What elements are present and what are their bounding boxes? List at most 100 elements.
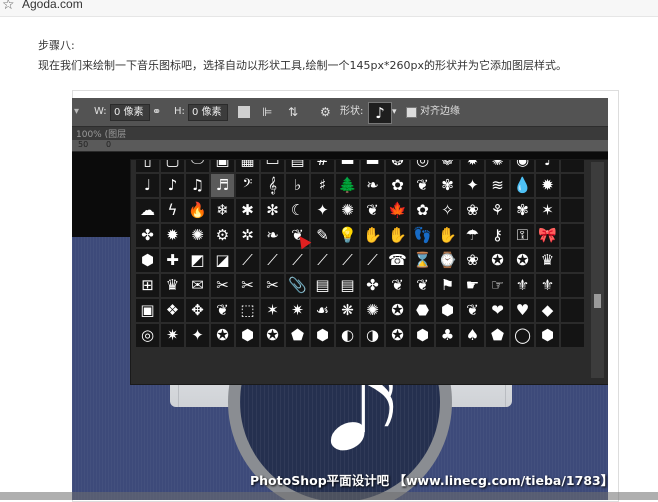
shape-cell[interactable]: ❁ bbox=[436, 160, 459, 172]
shape-cell[interactable]: ♩ bbox=[536, 160, 559, 172]
shape-cell[interactable]: ☞ bbox=[486, 274, 509, 297]
shape-cell[interactable]: ✻ bbox=[261, 199, 284, 222]
shape-cell[interactable]: ❤ bbox=[486, 299, 509, 322]
shape-cell[interactable]: ✂ bbox=[236, 274, 259, 297]
shape-cell[interactable]: ✹ bbox=[461, 160, 484, 172]
shape-cell[interactable]: ⌚ bbox=[436, 249, 459, 272]
shape-cell[interactable]: ⬭ bbox=[186, 160, 209, 172]
shape-cell[interactable]: ✉ bbox=[186, 274, 209, 297]
shape-cell[interactable]: ✶ bbox=[261, 299, 284, 322]
shape-cell[interactable]: ⌛ bbox=[411, 249, 434, 272]
picker-scrollbar[interactable] bbox=[591, 162, 604, 378]
dropdown-arrow-icon[interactable]: ▾ bbox=[74, 105, 79, 119]
shape-cell[interactable]: ⚙ bbox=[211, 224, 234, 247]
shape-cell[interactable]: ✱ bbox=[236, 199, 259, 222]
shape-cell[interactable]: ✹ bbox=[536, 174, 559, 197]
shape-cell[interactable]: ✂ bbox=[211, 274, 234, 297]
shape-cell[interactable] bbox=[561, 324, 584, 347]
path-operations-icon[interactable] bbox=[238, 106, 250, 118]
shape-cell[interactable]: 💡 bbox=[336, 224, 359, 247]
shape-cell[interactable]: ⬢ bbox=[136, 249, 159, 272]
shape-cell[interactable]: ✎ bbox=[311, 224, 334, 247]
shape-cell[interactable]: ◩ bbox=[186, 249, 209, 272]
shape-cell[interactable]: ✶ bbox=[536, 199, 559, 222]
shape-cell[interactable]: ◪ bbox=[211, 249, 234, 272]
path-arrangement-icon[interactable]: ⇅ bbox=[288, 105, 298, 119]
shape-cell[interactable]: ⚷ bbox=[486, 224, 509, 247]
bookmark-agoda[interactable]: Agoda.com bbox=[22, 0, 83, 11]
shape-cell[interactable]: ✦ bbox=[461, 174, 484, 197]
shape-cell[interactable]: ✚ bbox=[161, 249, 184, 272]
shape-cell[interactable]: ⟋ bbox=[361, 249, 384, 272]
shape-cell[interactable]: ▣ bbox=[211, 160, 234, 172]
shape-cell[interactable]: ✪ bbox=[261, 324, 284, 347]
shape-cell[interactable]: ✷ bbox=[161, 324, 184, 347]
shape-cell[interactable]: ✧ bbox=[436, 199, 459, 222]
shape-cell[interactable]: ✦ bbox=[186, 324, 209, 347]
shape-cell[interactable]: ❦ bbox=[411, 174, 434, 197]
shape-cell[interactable]: ♥ bbox=[511, 299, 534, 322]
shape-cell[interactable]: ☁ bbox=[136, 199, 159, 222]
shape-cell[interactable]: ⚘ bbox=[486, 199, 509, 222]
chevron-down-icon[interactable]: ▾ bbox=[392, 105, 397, 119]
shape-cell[interactable]: 📎 bbox=[286, 274, 309, 297]
shape-cell[interactable]: ⚿ bbox=[511, 224, 534, 247]
shape-cell[interactable]: ▭ bbox=[261, 160, 284, 172]
shape-cell[interactable]: ❖ bbox=[161, 299, 184, 322]
shape-cell[interactable]: ❦ bbox=[386, 274, 409, 297]
shape-cell[interactable]: ❧ bbox=[361, 174, 384, 197]
shape-cell[interactable]: ❦ bbox=[361, 199, 384, 222]
shape-cell[interactable]: ✥ bbox=[186, 299, 209, 322]
shape-cell[interactable]: ♛ bbox=[161, 274, 184, 297]
shape-cell[interactable]: ◎ bbox=[136, 324, 159, 347]
shape-cell[interactable]: ☾ bbox=[286, 199, 309, 222]
shape-cell[interactable] bbox=[561, 224, 584, 247]
shape-cell[interactable] bbox=[561, 299, 584, 322]
shape-cell[interactable]: ◯ bbox=[511, 324, 534, 347]
shape-cell[interactable]: ⊞ bbox=[136, 274, 159, 297]
width-field[interactable]: 0 像素 bbox=[110, 104, 150, 121]
shape-cell[interactable]: ⬢ bbox=[311, 324, 334, 347]
shape-cell[interactable]: ♭ bbox=[286, 174, 309, 197]
shape-cell[interactable]: ◑ bbox=[361, 324, 384, 347]
star-icon[interactable]: ☆ bbox=[2, 0, 15, 13]
shape-cell[interactable]: ⟋ bbox=[311, 249, 334, 272]
shape-cell[interactable]: ▬ bbox=[361, 160, 384, 172]
shape-cell[interactable]: ◎ bbox=[411, 160, 434, 172]
shape-cell[interactable]: ⟋ bbox=[336, 249, 359, 272]
shape-cell[interactable]: ⟋ bbox=[261, 249, 284, 272]
shape-cell[interactable]: ▢ bbox=[161, 160, 184, 172]
shape-cell[interactable]: ❄ bbox=[211, 199, 234, 222]
shape-cell[interactable]: ✪ bbox=[211, 324, 234, 347]
shape-cell[interactable]: ⬢ bbox=[236, 324, 259, 347]
shape-cell[interactable]: ▬ bbox=[336, 160, 359, 172]
gear-icon[interactable]: ⚙ bbox=[320, 105, 331, 119]
shape-cell[interactable]: ♫ bbox=[186, 174, 209, 197]
shape-cell[interactable]: ✪ bbox=[511, 249, 534, 272]
shape-cell[interactable]: ♩ bbox=[136, 174, 159, 197]
align-edges-checkbox[interactable] bbox=[406, 107, 417, 118]
shape-cell[interactable]: ⟋ bbox=[286, 249, 309, 272]
shape-cell[interactable]: ⬚ bbox=[236, 299, 259, 322]
shape-cell[interactable]: ⬢ bbox=[536, 324, 559, 347]
shape-cell[interactable]: ⬢ bbox=[411, 324, 434, 347]
shape-cell[interactable]: ✾ bbox=[436, 174, 459, 197]
shape-cell[interactable]: ⚜ bbox=[511, 274, 534, 297]
shape-cell[interactable]: # bbox=[311, 160, 334, 172]
shape-cell[interactable]: ◐ bbox=[336, 324, 359, 347]
shape-cell[interactable]: ✪ bbox=[386, 324, 409, 347]
shape-cell[interactable]: ≋ bbox=[486, 174, 509, 197]
document-tab[interactable]: 100% (图层 bbox=[76, 127, 126, 140]
path-alignment-icon[interactable]: ⊫ bbox=[262, 105, 272, 119]
shape-cell[interactable] bbox=[561, 274, 584, 297]
shape-cell[interactable]: ⬟ bbox=[286, 324, 309, 347]
shape-cell[interactable]: 👣 bbox=[411, 224, 434, 247]
shape-cell[interactable]: ✤ bbox=[136, 224, 159, 247]
shape-cell[interactable]: ⬣ bbox=[411, 299, 434, 322]
shape-cell[interactable]: ◉ bbox=[511, 160, 534, 172]
shape-cell[interactable]: ✾ bbox=[511, 199, 534, 222]
shape-cell[interactable]: 🍁 bbox=[386, 199, 409, 222]
shape-cell[interactable]: ♪ bbox=[161, 174, 184, 197]
shape-cell[interactable]: ☛ bbox=[461, 274, 484, 297]
shape-cell[interactable]: ✋ bbox=[361, 224, 384, 247]
